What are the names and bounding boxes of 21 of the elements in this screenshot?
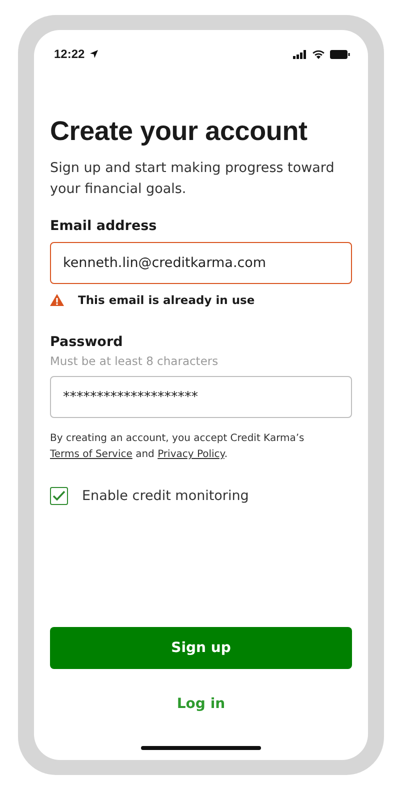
checkbox[interactable] [50, 487, 68, 505]
subtitle: Sign up and start making progress toward your financial goals. [50, 159, 336, 199]
page-title: Create your account [50, 116, 308, 147]
terms-link[interactable]: Privacy Policy [158, 449, 224, 460]
field-label: Email address [50, 218, 158, 234]
terms-link[interactable]: Terms of Service [50, 449, 132, 460]
wifi-icon [312, 50, 325, 58]
location-arrow-icon [90, 50, 98, 58]
error-message: This email is already in use [78, 293, 255, 307]
email-field[interactable]: kenneth.lin@creditkarma.com [50, 242, 352, 284]
status-time: 12:22 [54, 47, 85, 61]
checkbox-label: Enable credit monitoring [82, 488, 249, 504]
signal-icon [293, 50, 307, 58]
field-label: Password [50, 334, 124, 350]
password-field[interactable]: ******************** [50, 376, 352, 418]
sign-up-button[interactable]: Sign up [50, 627, 352, 669]
battery-icon [330, 50, 350, 58]
terms-text: By creating an account, you accept Credit Karma’s Terms of Service and Privacy Policy. [50, 432, 306, 462]
field-hint: Must be at least 8 characters [50, 354, 220, 368]
warning-icon [50, 294, 64, 306]
log-in-link[interactable]: Log in [176, 696, 226, 712]
